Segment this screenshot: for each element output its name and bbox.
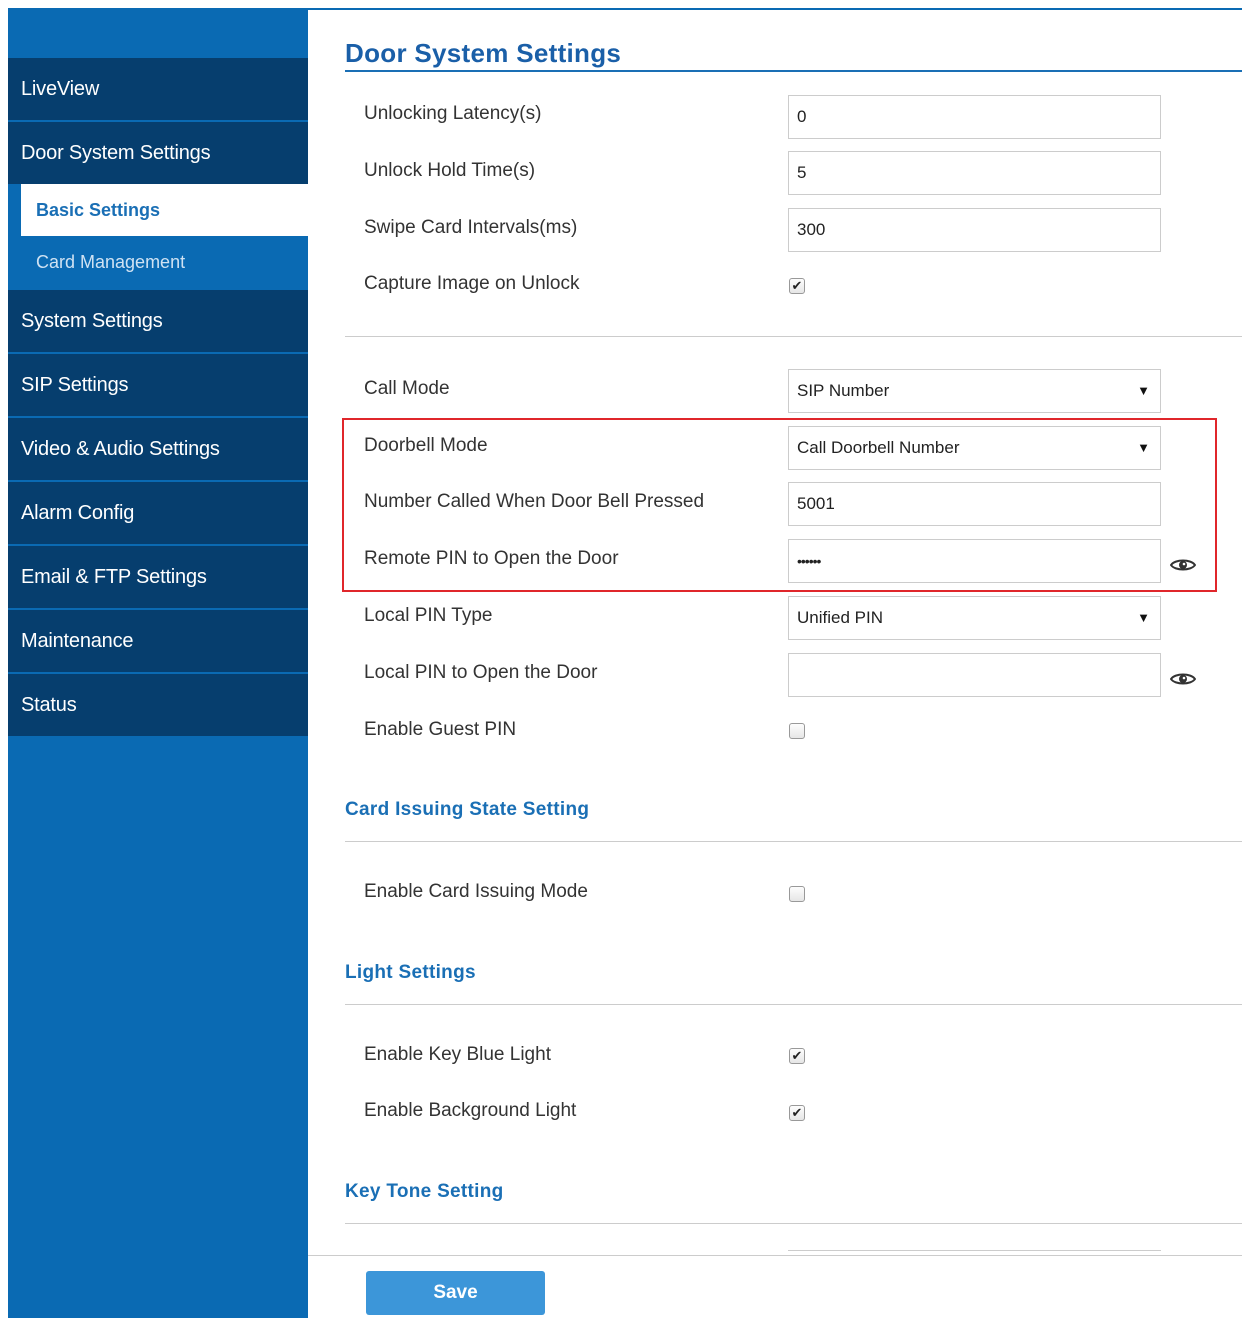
capture-image-checkbox[interactable]: ✔ xyxy=(789,278,805,294)
sidebar-item-status[interactable]: Status xyxy=(8,674,308,736)
section-divider xyxy=(345,1223,1242,1224)
eye-icon[interactable] xyxy=(1170,671,1196,687)
call-mode-select[interactable]: SIP Number ▼ xyxy=(788,369,1161,413)
remote-pin-input[interactable]: •••••• xyxy=(788,539,1161,583)
doorbell-mode-select[interactable]: Call Doorbell Number ▼ xyxy=(788,426,1161,470)
enable-guest-pin-checkbox[interactable] xyxy=(789,723,805,739)
unlocking-latency-label: Unlocking Latency(s) xyxy=(364,103,542,124)
chevron-down-icon: ▼ xyxy=(1137,383,1150,398)
unlock-hold-time-input[interactable]: 5 xyxy=(788,151,1161,195)
sidebar-item-email-ftp-settings[interactable]: Email & FTP Settings xyxy=(8,546,308,608)
unlock-hold-time-label: Unlock Hold Time(s) xyxy=(364,160,536,181)
key-blue-light-checkbox[interactable]: ✔ xyxy=(789,1048,805,1064)
key-blue-light-label: Enable Key Blue Light xyxy=(364,1044,551,1065)
sidebar-item-system-settings[interactable]: System Settings xyxy=(8,290,308,352)
call-mode-value: SIP Number xyxy=(797,381,890,400)
enable-guest-pin-label: Enable Guest PIN xyxy=(364,719,517,740)
swipe-card-intervals-input[interactable]: 300 xyxy=(788,208,1161,252)
main-content: Door System Settings Unlocking Latency(s… xyxy=(342,10,1242,1250)
local-pin-type-select[interactable]: Unified PIN ▼ xyxy=(788,596,1161,640)
local-pin-input[interactable] xyxy=(788,653,1161,697)
capture-image-label: Capture Image on Unlock xyxy=(364,273,580,294)
check-icon: ✔ xyxy=(791,1105,803,1120)
enable-card-issuing-checkbox[interactable] xyxy=(789,886,805,902)
local-pin-type-label: Local PIN Type xyxy=(364,605,493,626)
section-divider xyxy=(345,841,1242,842)
section-divider xyxy=(345,336,1242,337)
unlocking-latency-input[interactable]: 0 xyxy=(788,95,1161,139)
sidebar: LiveView Door System Settings Basic Sett… xyxy=(8,8,308,1318)
eye-icon[interactable] xyxy=(1170,557,1196,573)
chevron-down-icon: ▼ xyxy=(1137,440,1150,455)
title-divider xyxy=(345,70,1242,72)
sidebar-subitem-card-management[interactable]: Card Management xyxy=(8,236,308,288)
footer-divider xyxy=(308,1255,1242,1256)
sidebar-item-maintenance[interactable]: Maintenance xyxy=(8,610,308,672)
sidebar-top-gap xyxy=(8,8,308,58)
doorbell-mode-value: Call Doorbell Number xyxy=(797,438,960,457)
card-issuing-section-title: Card Issuing State Setting xyxy=(345,799,590,820)
save-button[interactable]: Save xyxy=(366,1271,545,1315)
sidebar-item-video-audio-settings[interactable]: Video & Audio Settings xyxy=(8,418,308,480)
check-icon: ✔ xyxy=(791,278,803,293)
check-icon: ✔ xyxy=(791,1048,803,1063)
enable-card-issuing-label: Enable Card Issuing Mode xyxy=(364,881,588,902)
local-pin-label: Local PIN to Open the Door xyxy=(364,662,598,683)
light-settings-section-title: Light Settings xyxy=(345,962,476,983)
sidebar-item-liveview[interactable]: LiveView xyxy=(8,58,308,120)
background-light-checkbox[interactable]: ✔ xyxy=(789,1105,805,1121)
chevron-down-icon: ▼ xyxy=(1137,610,1150,625)
sidebar-subitem-basic-settings[interactable]: Basic Settings xyxy=(21,184,308,236)
remote-pin-label: Remote PIN to Open the Door xyxy=(364,548,619,569)
sidebar-item-alarm-config[interactable]: Alarm Config xyxy=(8,482,308,544)
call-mode-label: Call Mode xyxy=(364,378,450,399)
key-tone-section-title: Key Tone Setting xyxy=(345,1181,504,1202)
sidebar-item-door-system-settings[interactable]: Door System Settings xyxy=(8,122,308,184)
section-divider xyxy=(345,1004,1242,1005)
sidebar-item-sip-settings[interactable]: SIP Settings xyxy=(8,354,308,416)
doorbell-mode-label: Doorbell Mode xyxy=(364,435,488,456)
number-called-input[interactable]: 5001 xyxy=(788,482,1161,526)
swipe-card-intervals-label: Swipe Card Intervals(ms) xyxy=(364,217,578,238)
number-called-label: Number Called When Door Bell Pressed xyxy=(364,491,705,512)
background-light-label: Enable Background Light xyxy=(364,1100,577,1121)
local-pin-type-value: Unified PIN xyxy=(797,608,883,627)
page-title: Door System Settings xyxy=(345,38,622,68)
